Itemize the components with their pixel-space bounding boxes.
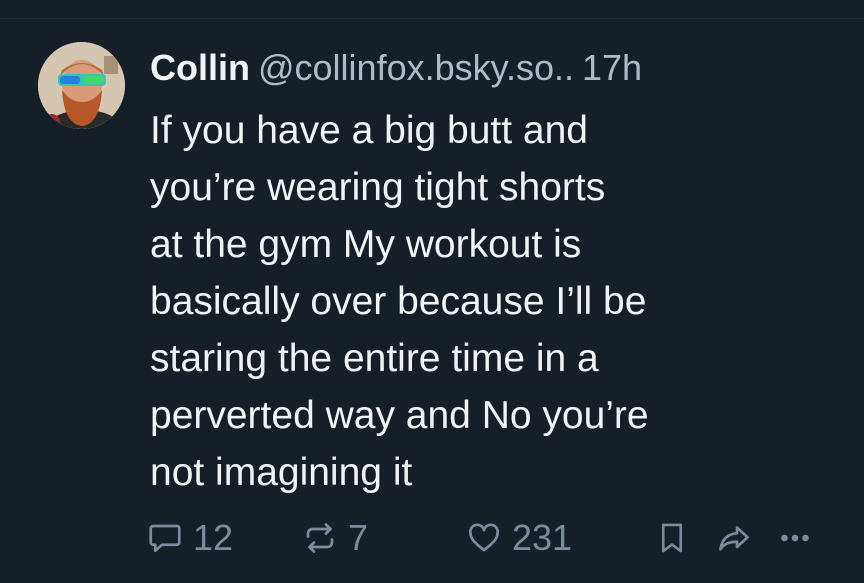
repost-button[interactable]: 7 <box>302 510 368 566</box>
bookmark-button[interactable] <box>656 510 688 566</box>
top-divider <box>0 18 864 19</box>
post-text: If you have a big butt and you’re wearin… <box>150 109 649 494</box>
post-actions: 12 7 231 <box>0 510 864 566</box>
more-button[interactable] <box>775 510 815 566</box>
share-icon <box>719 526 749 551</box>
like-count: 231 <box>512 517 573 558</box>
share-button[interactable] <box>716 510 752 566</box>
repost-count: 7 <box>348 517 369 558</box>
reply-count: 12 <box>193 517 234 558</box>
author-handle[interactable]: @collinfox.bsky.so.. <box>258 47 574 88</box>
author-name[interactable]: Collin <box>150 47 250 88</box>
post-timestamp[interactable]: 17h <box>582 47 642 88</box>
avatar-image <box>38 42 125 129</box>
reply-icon <box>149 524 181 553</box>
avatar[interactable] <box>38 42 125 129</box>
like-button[interactable]: 231 <box>466 510 572 566</box>
post-header: Collin @collinfox.bsky.so.. 17h <box>150 44 642 92</box>
reply-button[interactable]: 12 <box>147 510 233 566</box>
heart-icon <box>469 523 499 552</box>
more-icon <box>781 534 809 542</box>
repost-icon <box>306 523 334 553</box>
bookmark-icon <box>661 523 683 553</box>
